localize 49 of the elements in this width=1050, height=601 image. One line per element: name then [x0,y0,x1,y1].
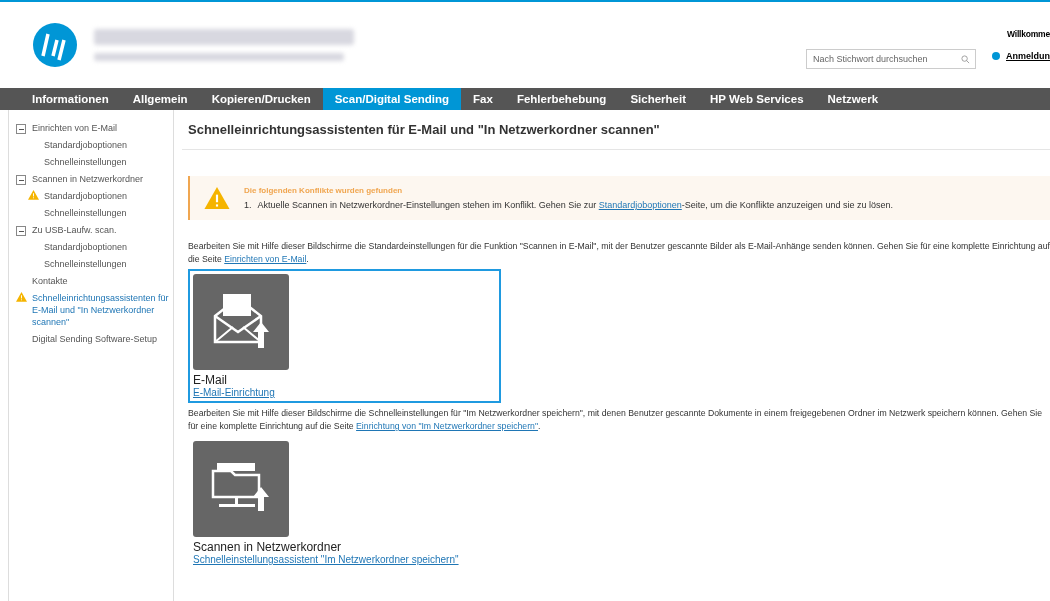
user-icon [992,52,1000,60]
description-text: Bearbeiten Sie mit Hilfe dieser Bildschirme die Schnelleinstellungen für "Im Netzwerkordner speichern", mit denen Benutzer gescannte Dokumente in einem freigegebenen Ordner im Netzwerk speichern können. Gehen Sie für eine komplette Einrichtung auf die Seite Einrichtung von "Im Netzwerkordner speichern". [188,407,1044,433]
sidebar-item[interactable]: Digital Sending Software-Setup [32,333,158,345]
sidebar-item[interactable]: Einrichten von E-Mail [32,122,118,134]
search-icon [961,55,970,64]
sidebar-item[interactable]: Scannen in Netzwerkordner [32,173,144,185]
warning-icon [204,186,230,210]
list-number: 1. [244,200,252,210]
alert-link[interactable]: Standardjoboptionen [598,200,682,210]
collapse-toggle[interactable] [16,226,26,236]
logo-icon [32,22,78,68]
nav-tab[interactable]: Netzwerk [815,88,891,110]
sidebar-item[interactable]: Schnelleinstellungen [44,258,127,270]
warning-icon [15,292,27,302]
sidebar-item[interactable]: Schnelleinrichtungsassistenten für E-Mail und "In Netzwerkordner scannen" [32,292,169,328]
sidebar-item[interactable]: Schnelleinstellungen [44,156,127,168]
collapse-toggle[interactable] [16,124,26,134]
welcome-text: Willkomme [1007,29,1050,39]
envelope-upload-icon [211,294,271,350]
wizard-card[interactable]: E-Mail E-Mail-Einrichtung [188,269,501,403]
wizard-card[interactable]: Scannen in Netzwerkordner Schnelleinstellungsassistent "Im Netzwerkordner speichern" [188,436,501,570]
sidebar-item[interactable]: Schnelleinstellungen [44,207,127,219]
search-field[interactable]: Nach Stichwort durchsuchen [806,49,976,69]
nav-tab[interactable]: Fax [461,88,505,110]
wizard-tile[interactable] [193,274,289,370]
login-link[interactable]: Anmeldun [1006,51,1050,61]
nav-tab[interactable]: Fehlerbehebung [504,88,619,110]
warning-icon [27,190,39,200]
wizard-link[interactable]: E-Mail-Einrichtung [193,387,275,398]
nav-tab[interactable]: Informationen [20,88,121,110]
sidebar-item[interactable]: Zu USB-Laufw. scan. [32,224,117,236]
sidebar-item[interactable]: Standardjoboptionen [44,190,128,202]
sidebar-item[interactable]: Standardjoboptionen [44,139,128,151]
collapse-toggle[interactable] [16,175,26,185]
nav-tab[interactable]: HP Web Services [698,88,816,110]
sidebar-item[interactable]: Kontakte [32,275,68,287]
wizard-title: Scannen in Netzwerkordner [193,540,342,554]
nav-tab[interactable]: Kopieren/Drucken [199,88,323,110]
wizard-title: E-Mail [193,373,227,387]
alert-title: Die folgenden Konflikte wurden gefunden [244,186,404,195]
description-text: Bearbeiten Sie mit Hilfe dieser Bildschirme die Standardeinstellungen für die Funktion "Scannen in E-Mail", mit der Benutzer gescannte Bilder als E-Mail-Anhänge senden können. Gehen Sie für eine komplette Einrichtung auf die Seite Einrichten von E-Mail. [188,240,1050,266]
nav-tab[interactable]: Allgemein [120,88,200,110]
setup-link[interactable]: Einrichtung von "Im Netzwerkordner speichern" [356,421,538,431]
alert-message: Aktuelle Scannen in Netzwerkordner-Einstellungen stehen im Konflikt. Gehen Sie zur Standardjoboptionen-Seite, um die Konflikte anzuzeigen und sie zu lösen. [257,200,893,210]
wizard-link[interactable]: Schnelleinstellungsassistent "Im Netzwerkordner speichern" [193,554,459,565]
wizard-tile[interactable] [193,441,289,537]
sidebar-item[interactable]: Standardjoboptionen [44,241,128,253]
nav-tab[interactable]: Sicherheit [618,88,698,110]
page-title: Schnelleinrichtungsassistenten für E-Mail und "In Netzwerkordner scannen" [182,110,1050,150]
